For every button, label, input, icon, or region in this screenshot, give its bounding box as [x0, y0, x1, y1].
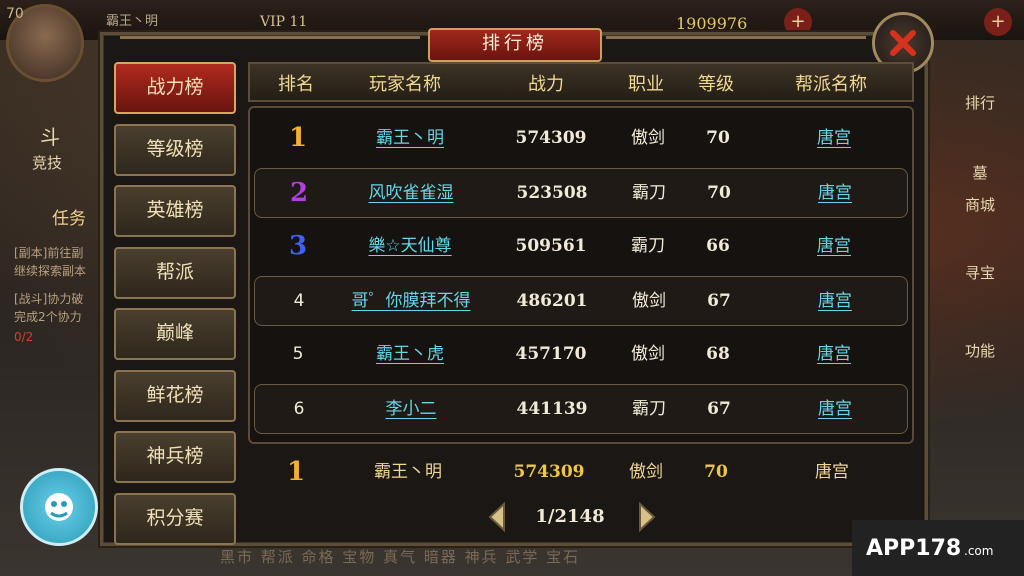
player-name-link[interactable]: 霸王丶明 — [340, 114, 480, 162]
battle-icon-label[interactable]: 斗 — [40, 127, 60, 147]
side-ranking-label[interactable]: 排行 — [950, 92, 1010, 113]
side-function-label[interactable]: 功能 — [950, 340, 1010, 361]
table-row[interactable]: 2 风吹雀雀湿 523508 霸刀 70 唐宫 — [254, 168, 908, 218]
player-name-link[interactable]: 风吹雀雀湿 — [341, 169, 481, 217]
power-cell: 523508 — [516, 183, 588, 203]
class-cell: 傲剑 — [631, 344, 665, 364]
table-header: 排名 玩家名称 战力 职业 等级 帮派名称 — [248, 62, 914, 102]
guild-link[interactable]: 唐宫 — [794, 330, 874, 378]
col-guild: 帮派名称 — [795, 74, 867, 95]
col-player-name: 玩家名称 — [369, 74, 441, 95]
guild-link[interactable]: 唐宫 — [795, 385, 875, 433]
player-name: 霸王丶明 — [106, 14, 159, 29]
quest-line-4: 完成2个协力 — [14, 310, 82, 324]
watermark-sub: .com — [964, 544, 994, 558]
panel-title: 排行榜 — [428, 28, 602, 62]
table-row[interactable]: 3 樂☆天仙尊 509561 霸刀 66 唐宫 — [254, 222, 906, 270]
col-rank: 排名 — [278, 74, 314, 95]
tab-flower[interactable]: 鲜花榜 — [114, 369, 236, 422]
guild-link[interactable]: 唐宫 — [794, 222, 874, 270]
tab-power[interactable]: 战力榜 — [114, 62, 236, 114]
col-level: 等级 — [698, 74, 734, 95]
quest-tab-label[interactable]: 任务 — [52, 210, 86, 228]
next-page-icon[interactable] — [636, 502, 658, 532]
quest-line-3[interactable]: [战斗]协力破 — [14, 290, 83, 308]
quest-line-2: 继续探索副本 — [14, 264, 87, 278]
site-watermark: APP178 .com — [852, 520, 1024, 576]
self-power: 574309 — [513, 462, 585, 482]
level-cell: 70 — [706, 128, 730, 148]
title-ornament-left — [120, 36, 420, 39]
table-row[interactable]: 4 哥゜你膜拜不得 486201 傲剑 67 唐宫 — [254, 276, 908, 326]
quest-progress: 0/2 — [14, 330, 34, 344]
assistant-fab-button[interactable] — [20, 468, 98, 546]
level-cell: 68 — [706, 344, 730, 364]
self-rank: 1 — [286, 457, 306, 487]
tab-hero[interactable]: 英雄榜 — [114, 185, 236, 237]
tab-points[interactable]: 积分赛 — [114, 492, 236, 545]
power-cell: 486201 — [516, 291, 588, 311]
class-cell: 傲剑 — [631, 128, 665, 148]
class-cell: 霸刀 — [632, 399, 666, 419]
vip-badge[interactable]: VIP 11 — [260, 14, 307, 30]
level-cell: 70 — [707, 183, 731, 203]
guild-link[interactable]: 唐宫 — [795, 277, 875, 325]
power-cell: 457170 — [515, 344, 587, 364]
add-currency-button[interactable]: + — [984, 8, 1012, 36]
table-row[interactable]: 6 李小二 441139 霸刀 67 唐宫 — [254, 384, 908, 434]
gold-amount: 1909976 — [676, 14, 748, 33]
col-class: 职业 — [628, 74, 664, 95]
rank-cell: 3 — [288, 231, 308, 261]
rank-cell: 6 — [293, 399, 305, 419]
ranking-list[interactable]: 1 霸王丶明 574309 傲剑 70 唐宫 2 风吹雀雀湿 523508 霸刀… — [248, 106, 914, 444]
col-power: 战力 — [528, 74, 564, 95]
tab-level[interactable]: 等级榜 — [114, 123, 236, 176]
class-cell: 傲剑 — [632, 291, 666, 311]
rank-cell: 1 — [288, 123, 308, 153]
class-cell: 霸刀 — [632, 183, 666, 203]
rank-cell: 5 — [292, 344, 304, 364]
guild-link[interactable]: 唐宫 — [794, 114, 874, 162]
self-rank-row: 1 霸王丶明 574309 傲剑 70 唐宫 — [248, 448, 910, 496]
page-indicator: 1/2148 — [535, 506, 605, 527]
power-cell: 509561 — [515, 236, 587, 256]
tab-peak[interactable]: 巅峰 — [114, 308, 236, 360]
side-shop-label[interactable]: 商城 — [950, 194, 1010, 215]
table-row[interactable]: 5 霸王丶虎 457170 傲剑 68 唐宫 — [254, 330, 906, 378]
tab-weapon[interactable]: 神兵榜 — [114, 431, 236, 483]
tab-guild[interactable]: 帮派 — [114, 246, 236, 299]
title-ornament-right — [606, 36, 866, 39]
rank-cell: 2 — [289, 178, 309, 208]
pagination: 1/2148 — [480, 500, 660, 536]
self-class: 傲剑 — [629, 462, 663, 482]
player-name-link[interactable]: 哥゜你膜拜不得 — [331, 277, 491, 325]
class-cell: 霸刀 — [631, 236, 665, 256]
level-cell: 66 — [706, 236, 730, 256]
self-guild: 唐宫 — [815, 462, 849, 482]
level-cell: 67 — [707, 399, 731, 419]
prev-page-icon[interactable] — [486, 502, 508, 532]
watermark-text: APP178 — [866, 536, 962, 561]
power-cell: 574309 — [515, 128, 587, 148]
player-name-link[interactable]: 李小二 — [341, 385, 481, 433]
self-name: 霸王丶明 — [374, 462, 442, 482]
level-cell: 67 — [707, 291, 731, 311]
player-name-link[interactable]: 樂☆天仙尊 — [340, 222, 480, 270]
arena-label[interactable]: 竞技 — [32, 154, 62, 172]
table-row[interactable]: 1 霸王丶明 574309 傲剑 70 唐宫 — [254, 114, 906, 162]
ranking-tabs: 战力榜 等级榜 英雄榜 帮派 巅峰 鲜花榜 神兵榜 积分赛 — [114, 62, 238, 554]
power-cell: 441139 — [516, 399, 588, 419]
quest-line-1[interactable]: [副本]前往副 — [14, 244, 83, 262]
side-treasure-label[interactable]: 寻宝 — [950, 262, 1010, 283]
rank-cell: 4 — [293, 291, 305, 311]
close-x-icon — [890, 30, 916, 56]
player-name-link[interactable]: 霸王丶虎 — [340, 330, 480, 378]
guild-link[interactable]: 唐宫 — [795, 169, 875, 217]
mascot-icon — [45, 493, 73, 521]
self-level: 70 — [704, 462, 728, 482]
bottom-nav[interactable]: 黑市 帮派 命格 宝物 真气 暗器 神兵 武学 宝石 — [220, 546, 580, 567]
side-tomb-label[interactable]: 墓 — [950, 162, 1010, 183]
player-level: 70 — [6, 6, 24, 22]
